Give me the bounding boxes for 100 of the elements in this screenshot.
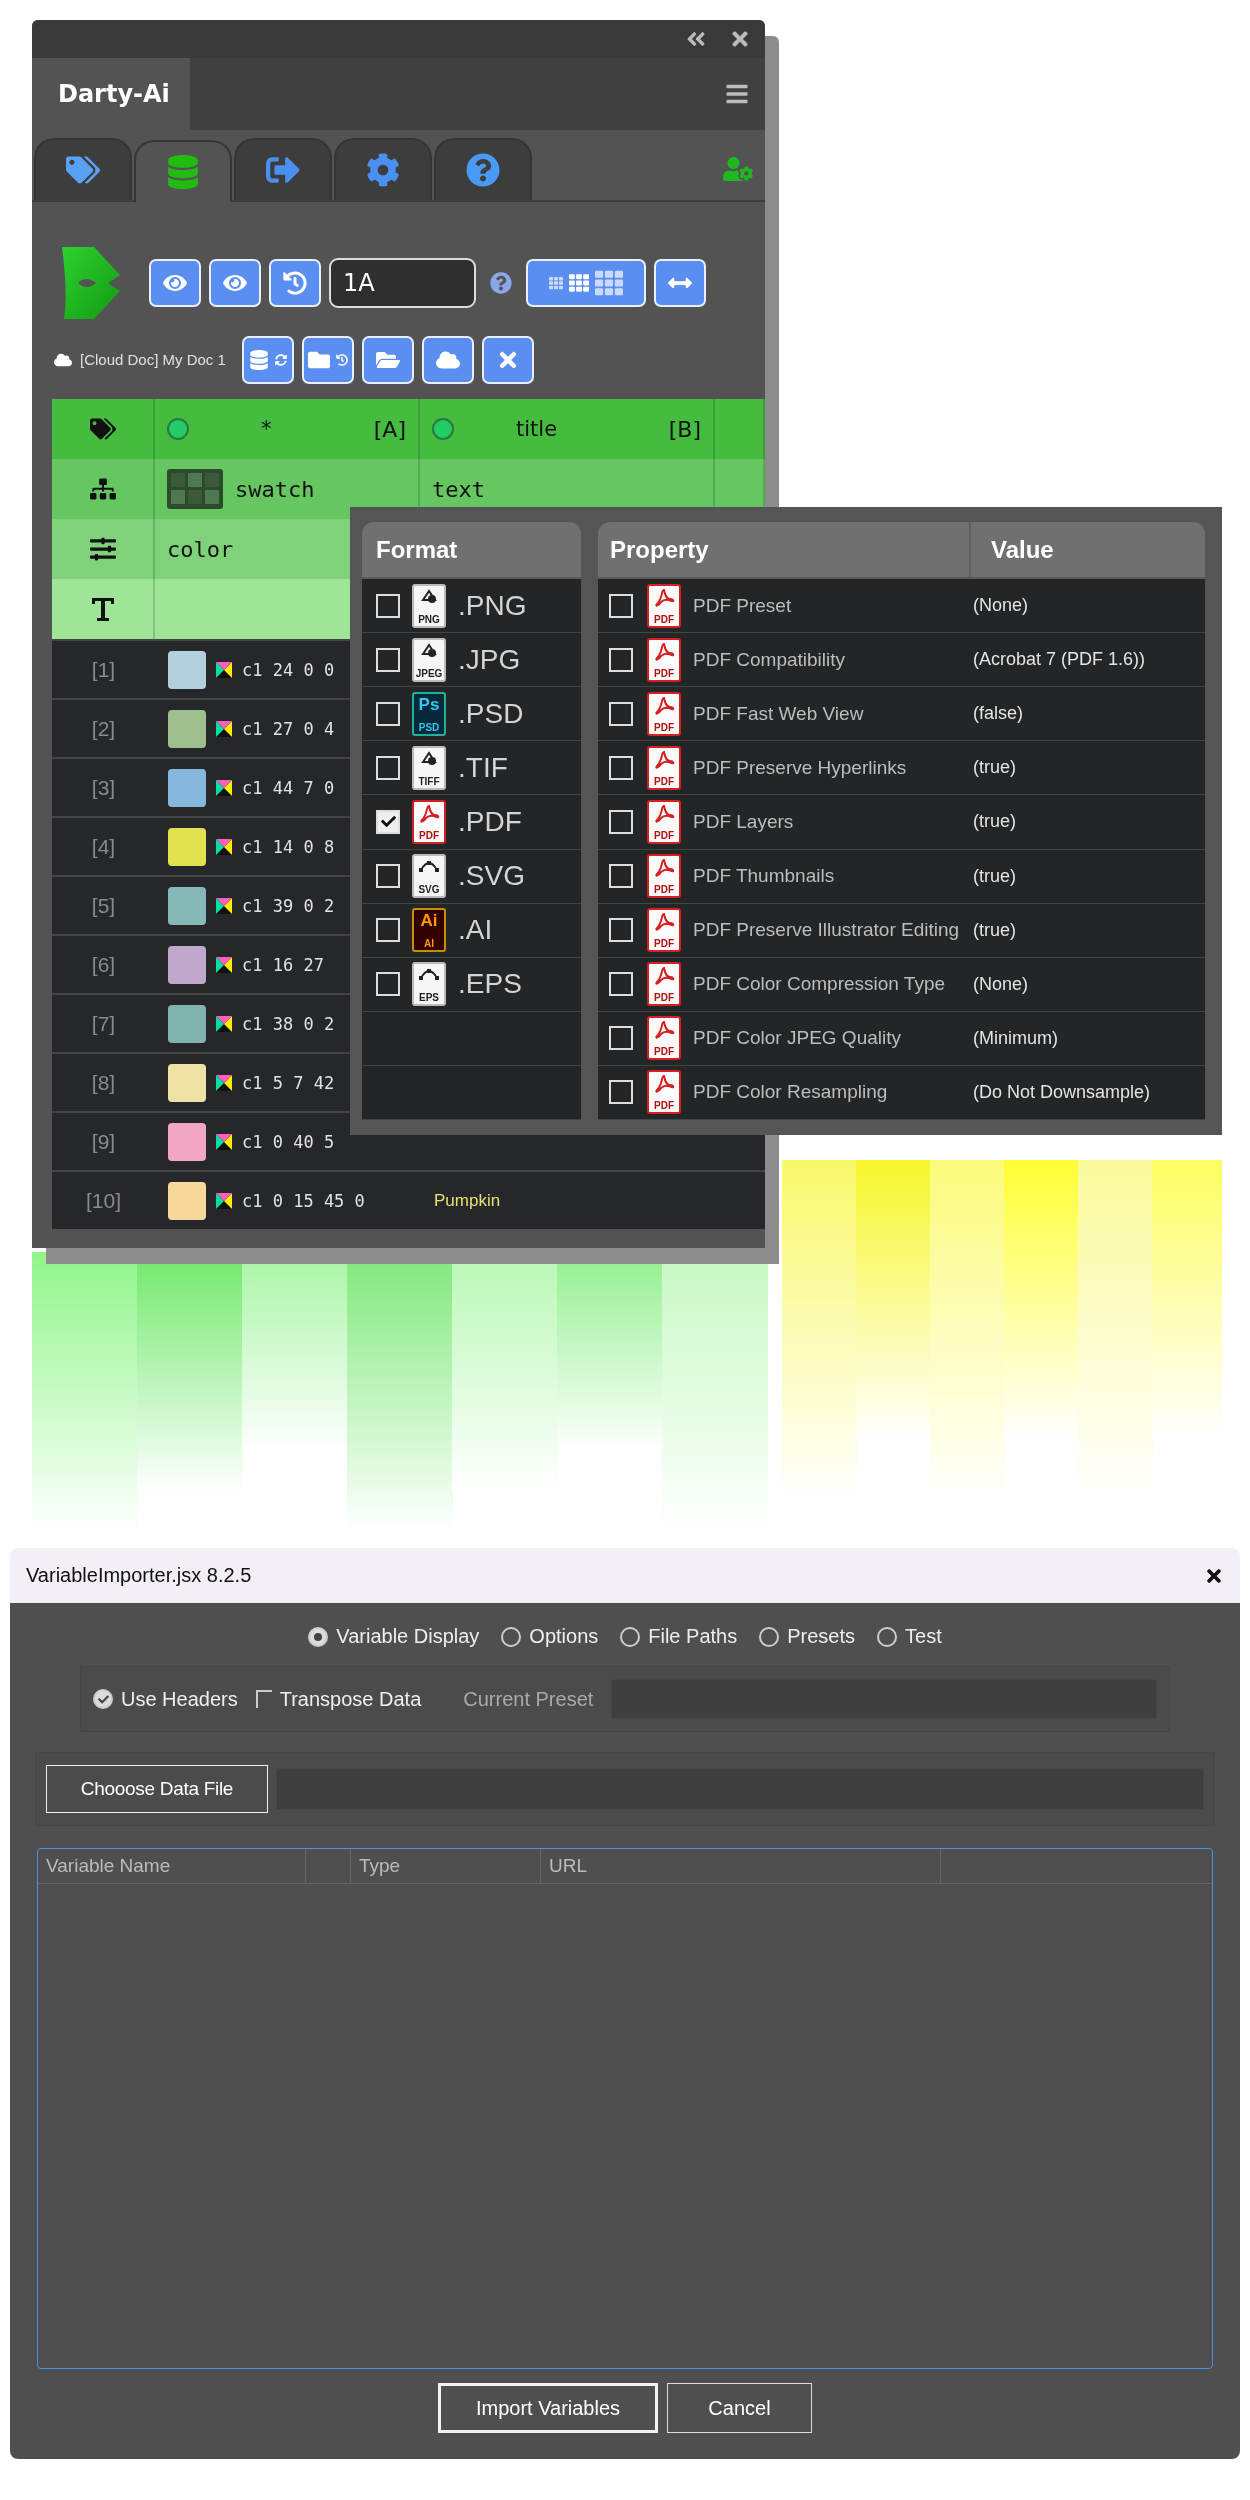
window-title: VariableImporter.jsx 8.2.5 [26,1564,252,1587]
property-row[interactable]: PDF PDF Preserve Illustrator Editing (true) [598,903,1205,958]
checkbox[interactable] [376,864,400,889]
close-document-button[interactable] [481,335,534,384]
logo-icon [60,244,122,321]
checkbox[interactable] [609,647,633,672]
property-value: (false) [973,703,1024,725]
property-value: (true) [973,811,1017,833]
column-type: swatch [235,476,315,502]
column-header: Value [969,522,1205,578]
format-row[interactable]: SVG .SVG [362,849,581,904]
sync-database-button[interactable] [241,335,294,384]
panel-tab[interactable] [434,138,532,200]
property-row[interactable]: PDF PDF Preset (None) [598,579,1205,634]
cmyk-icon [216,956,232,973]
row-index: [9] [90,1128,117,1155]
checkbox[interactable] [376,593,400,618]
property-row[interactable]: PDF PDF Color Resampling (Do Not Downsample) [598,1065,1205,1120]
history-icon [283,270,307,295]
view-button[interactable] [149,258,201,307]
use-headers-checkbox[interactable]: Use Headers [93,1687,238,1711]
property-row[interactable]: PDF PDF Layers (true) [598,795,1205,850]
row-index: [3] [90,774,117,801]
dialog-button[interactable]: Import Variables [438,2383,658,2433]
table-cell: c1 27 0 4 [242,718,335,739]
file-icon: TIFF [412,745,446,790]
property-value: (true) [973,865,1017,887]
property-row[interactable]: PDF PDF Color JPEG Quality (Minimum) [598,1011,1205,1066]
check-icon [97,1693,109,1705]
open-folder-button[interactable] [361,335,414,384]
id-field[interactable]: 1A [329,257,476,308]
property-row[interactable]: PDF PDF Preserve Hyperlinks (true) [598,741,1205,796]
format-row[interactable]: JPEG .JPG [362,633,581,688]
file-icon: SVG [412,854,446,899]
table-size-button[interactable] [526,258,646,307]
refresh-view-button[interactable] [209,258,261,307]
format-row[interactable]: TIFF .TIF [362,741,581,796]
property-row[interactable]: PDF PDF Compatibility (Acrobat 7 (PDF 1.6)) [598,633,1205,688]
checkbox[interactable] [609,972,633,997]
mode-radio[interactable]: Options [501,1625,599,1648]
user-settings-icon[interactable] [723,154,753,184]
checkbox[interactable] [609,701,633,726]
table-cell: c1 14 0 8 [242,836,335,857]
format-label: .JPG [458,643,521,676]
format-row[interactable]: Ps PSD .PSD [362,687,581,742]
help-icon[interactable] [490,271,512,294]
tag-search-icon [89,416,116,442]
recent-folder-button[interactable] [301,335,354,384]
format-label: .PDF [458,806,522,838]
checkbox[interactable] [376,755,400,780]
property-name: PDF Preserve Hyperlinks [693,756,908,779]
cmyk-icon [216,1133,232,1150]
checkbox[interactable] [609,593,633,618]
checkbox[interactable] [376,972,400,997]
checkbox[interactable] [609,810,633,834]
format-row[interactable]: PNG .PNG [362,579,581,634]
format-row[interactable]: Ai AI .AI [362,903,581,958]
cloud-button[interactable] [421,335,474,384]
property-row[interactable]: PDF PDF Thumbnails (true) [598,849,1205,904]
fit-width-button[interactable] [654,258,706,307]
choose-file-button[interactable]: Chooose Data File [46,1765,268,1813]
file-icon: Ai AI [412,908,446,953]
format-row[interactable]: PDF .PDF [362,795,581,850]
mode-radio[interactable]: Presets [759,1625,855,1648]
history-icon [335,353,348,366]
table-cell-text: Pumpkin [433,1190,502,1211]
checkbox[interactable] [609,755,633,780]
panel-tab[interactable] [134,140,232,202]
panel-tab[interactable] [334,138,432,200]
property-row[interactable]: PDF PDF Color Compression Type (None) [598,957,1205,1012]
database-icon [248,349,269,370]
checkbox[interactable] [609,918,633,943]
transpose-checkbox[interactable]: Transpose Data [255,1687,422,1711]
mode-radio[interactable]: File Paths [620,1625,738,1648]
format-row[interactable]: EPS .EPS [362,957,581,1012]
checkbox[interactable] [609,1026,633,1051]
row-index: [2] [90,715,117,742]
checkbox[interactable] [609,1080,633,1105]
history-button[interactable] [269,258,321,307]
property-value: (Acrobat 7 (PDF 1.6)) [973,649,1147,671]
format-label: .PSD [458,697,524,730]
menu-icon[interactable] [725,82,749,106]
file-icon: EPS [412,962,446,1007]
checkbox[interactable] [376,918,400,943]
mode-radio[interactable]: Test [877,1625,942,1648]
property-value: (None) [973,973,1030,995]
sliders-icon [89,536,116,562]
cmyk-icon [216,1015,232,1032]
mode-radio[interactable]: Variable Display [308,1625,480,1648]
table-cell: c1 38 0 2 [242,1013,335,1034]
panel-tab[interactable] [34,138,132,200]
file-icon: PDF [412,800,446,844]
checkbox[interactable] [376,701,400,726]
dialog-button[interactable]: Cancel [667,2383,812,2433]
property-name: PDF Layers [693,811,795,833]
checkbox[interactable] [376,647,400,672]
checkbox[interactable] [376,810,400,834]
checkbox[interactable] [609,864,633,889]
property-row[interactable]: PDF PDF Fast Web View (false) [598,687,1205,742]
panel-tab[interactable] [234,138,332,200]
